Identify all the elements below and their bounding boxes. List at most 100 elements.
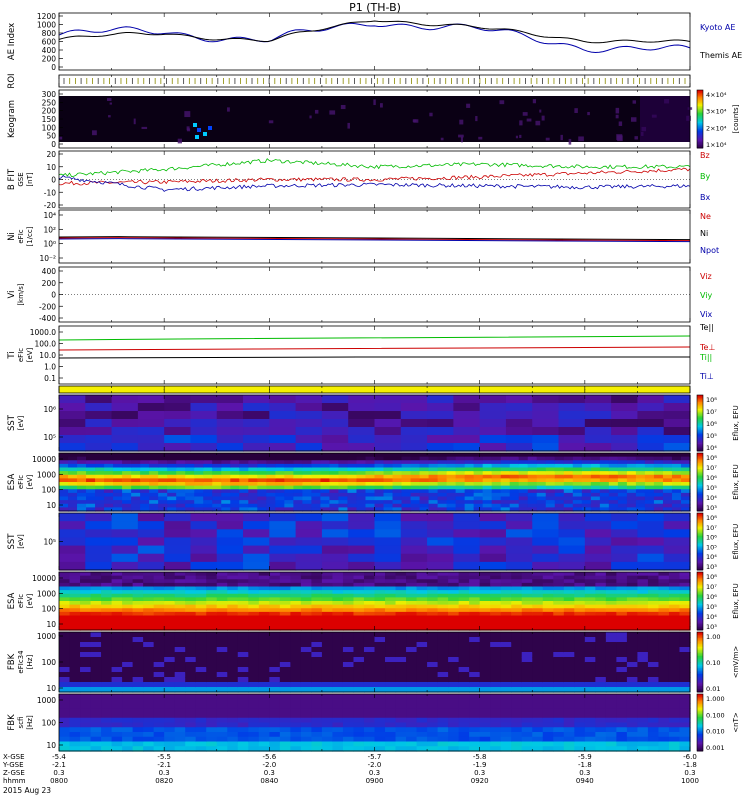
esa-i-cell xyxy=(647,582,660,588)
sst_i-ylabel-0: SST xyxy=(7,533,17,550)
esa-i-cell xyxy=(574,608,586,613)
esa-i-cell xyxy=(679,611,691,617)
fbk1-cell xyxy=(237,637,249,643)
fbk2-cell xyxy=(658,736,670,743)
fbk2-cell xyxy=(616,736,628,743)
esa-i-cell xyxy=(80,615,92,620)
esa-e-cell xyxy=(392,503,403,508)
fbk2-cell xyxy=(406,694,418,700)
fbk2-cell xyxy=(626,694,639,700)
esa-e-cell xyxy=(428,474,439,479)
esa-e-cell xyxy=(77,478,87,483)
esa-e-cell xyxy=(320,460,331,465)
esa-e-cell xyxy=(680,460,691,465)
esa-e-cell xyxy=(644,492,655,498)
fbk2-cell xyxy=(80,717,92,724)
fbk1-cell xyxy=(101,642,113,648)
fbk2-cell xyxy=(553,736,565,743)
esa-i-cell xyxy=(658,575,670,580)
esa-i-cell xyxy=(490,590,502,595)
fbk1-cell xyxy=(374,682,386,688)
fbk1-cell xyxy=(553,652,565,658)
fbk2-cell xyxy=(490,698,502,705)
fbk1-cell xyxy=(290,677,302,683)
esa-e-cell xyxy=(104,478,114,483)
fbk2-cell xyxy=(227,741,239,747)
esa-e-cell xyxy=(158,460,168,465)
fbk2-cell xyxy=(437,698,449,705)
fbk1-cell xyxy=(300,647,312,653)
fbk2-cell xyxy=(69,703,81,709)
esa-e-cell xyxy=(203,492,213,498)
esa-e-cell xyxy=(302,474,312,479)
esa-e-cell xyxy=(392,453,403,458)
esa-e-cell xyxy=(500,503,511,508)
esa-e-cell xyxy=(401,496,412,501)
fbk2-cell xyxy=(363,741,376,747)
fbk2-cell xyxy=(374,722,386,728)
esa-e-cell xyxy=(266,485,276,490)
fbk2-cell xyxy=(532,727,544,733)
fbk2-cell xyxy=(574,703,586,709)
esa-i-cell xyxy=(490,611,502,617)
fbk1-cell xyxy=(174,652,186,658)
esa-i-cell xyxy=(290,579,302,584)
sst-e-cell xyxy=(243,443,270,452)
fbk2-cell xyxy=(195,713,207,719)
esa-i-cell xyxy=(258,615,270,620)
sst-e-cell xyxy=(85,403,113,412)
fbk1-cell xyxy=(90,682,102,688)
fbk2-cell xyxy=(227,732,239,738)
fbk1-cell xyxy=(395,637,407,643)
fbk2-cell xyxy=(321,732,334,738)
esa-e-cell xyxy=(185,456,195,461)
fbk2-cell xyxy=(490,717,502,724)
fbk1-cell xyxy=(616,682,628,688)
esa-i-cell xyxy=(111,601,123,606)
esa-e-cell xyxy=(626,478,637,483)
fbk1-cell xyxy=(427,642,439,648)
esa-i-cell xyxy=(279,611,291,617)
fbk1-cell xyxy=(479,677,491,683)
xaxis-hhmm: 0940 xyxy=(576,777,594,785)
esa-i-cell xyxy=(342,608,355,613)
esa-e-cell xyxy=(68,478,78,483)
fbk1-cell xyxy=(248,642,260,648)
esa-i-cell xyxy=(563,582,575,588)
esa-i-cell xyxy=(637,597,649,602)
esa-e-cell xyxy=(599,474,610,479)
esa-e-cell xyxy=(500,453,511,458)
esa-e-cell xyxy=(608,453,619,458)
esa-i-cell xyxy=(679,608,691,613)
esa-i-cell xyxy=(395,586,407,591)
esa-e-cell xyxy=(419,485,430,490)
esa-e-cell xyxy=(455,471,466,476)
fbk2-cell xyxy=(332,727,344,733)
sst-e-cell xyxy=(59,435,86,444)
esa-i-cell xyxy=(469,615,481,620)
esa_i-ytick-label: 10000 xyxy=(32,574,56,583)
sst-i-cell xyxy=(85,537,113,547)
esa-i-cell xyxy=(374,615,386,620)
esa-e-cell xyxy=(545,482,556,487)
fbk2-cell xyxy=(469,694,481,700)
esa-e-cell xyxy=(590,460,601,465)
fbk1-cell xyxy=(658,662,670,668)
esa-e-cell xyxy=(194,453,204,458)
fbk2-cell xyxy=(658,698,670,705)
esa-e-cell xyxy=(644,467,655,472)
sst-i-cell xyxy=(190,545,218,555)
esa-i-cell xyxy=(111,572,123,577)
esa-e-cell xyxy=(590,471,601,476)
esa-i-cell xyxy=(353,582,365,588)
fbk2-cell xyxy=(679,736,691,743)
fbk1-cell xyxy=(511,642,523,648)
fbk1-cell xyxy=(668,677,681,683)
esa-e-cell xyxy=(662,485,673,490)
fbk1-cell xyxy=(616,637,628,643)
esa-e-cell xyxy=(68,496,78,501)
esa-i-cell xyxy=(122,615,134,620)
esa-e-cell xyxy=(455,456,466,461)
esa-i-cell xyxy=(279,622,291,627)
esa-e-cell xyxy=(95,492,105,498)
